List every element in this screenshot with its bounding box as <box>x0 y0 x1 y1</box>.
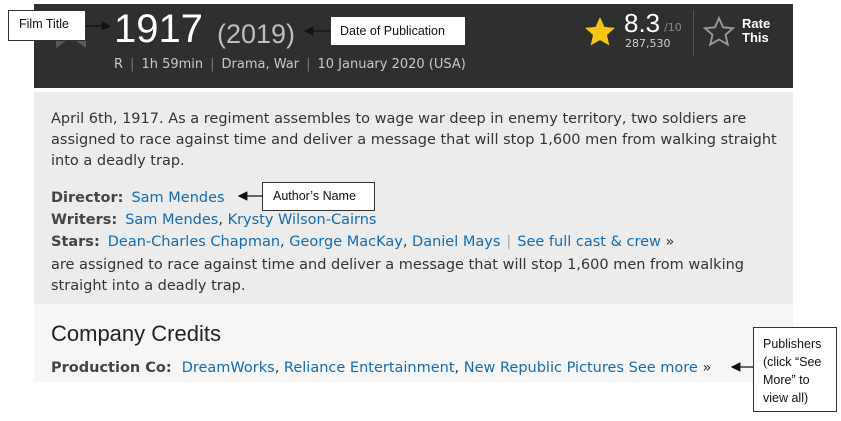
writers-label: Writers: <box>51 212 118 228</box>
stars-credit: Stars: Dean-Charles Chapman, George MacKa… <box>51 234 675 250</box>
director-label: Director: <box>51 190 124 206</box>
company-credits-heading: Company Credits <box>51 321 221 346</box>
production-companies: Production Co: DreamWorks, Reliance Enter… <box>51 360 712 376</box>
rate-label-line1: Rate <box>742 16 771 31</box>
rating-max: /10 <box>664 21 682 34</box>
see-more-link[interactable]: See more <box>629 360 698 376</box>
certificate: R <box>114 57 124 72</box>
separator: | <box>210 57 215 72</box>
director-credit: Director: Sam Mendes <box>51 188 225 208</box>
rate-this-button[interactable]: Rate This <box>742 17 782 45</box>
film-year-link[interactable]: (2019) <box>217 17 295 51</box>
separator: | <box>506 234 512 250</box>
title-subtext: R | 1h 59min | Drama, War | 10 January 2020 (U… <box>114 56 466 74</box>
writer-link[interactable]: Sam Mendes <box>125 212 218 228</box>
annotation-film-title: Film Title <box>8 10 86 41</box>
annotation-date: Date of Publication <box>330 16 466 46</box>
company-link[interactable]: Reliance Entertainment <box>284 360 455 376</box>
annotation-publishers: Publishers (click “See More” to view all… <box>753 327 837 412</box>
star-link[interactable]: Daniel Mays <box>412 234 500 250</box>
rating-value: 8.3 <box>624 8 661 38</box>
genres-link[interactable]: Drama, War <box>222 57 300 72</box>
separator: | <box>130 57 135 72</box>
production-label: Production Co: <box>51 360 172 376</box>
release-date-link[interactable]: 10 January 2020 (USA) <box>317 57 465 72</box>
star-link[interactable]: George MacKay <box>289 234 403 250</box>
rating-count-link[interactable]: 287,530 <box>625 37 671 50</box>
rate-label-line2: This <box>742 30 769 45</box>
see-full-cast-arrow: » <box>665 234 675 250</box>
star-link[interactable]: Dean-Charles Chapman <box>108 234 280 250</box>
stars-label: Stars: <box>51 234 100 250</box>
runtime: 1h 59min <box>141 57 204 72</box>
star-icon <box>585 17 615 46</box>
plot-summary-continued: are assigned to race against time and de… <box>51 257 744 294</box>
writer-link[interactable]: Krysty Wilson-Cairns <box>228 212 377 228</box>
company-link[interactable]: New Republic Pictures <box>464 360 624 376</box>
annotation-author: Author’s Name <box>262 182 375 211</box>
see-more-arrow: » <box>702 360 712 376</box>
company-credits-panel: Company Credits Production Co: DreamWorks… <box>34 304 793 382</box>
director-link[interactable]: Sam Mendes <box>131 190 224 206</box>
rate-star-icon[interactable] <box>702 15 736 49</box>
writers-credit: Writers: Sam Mendes, Krysty Wilson-Cairns <box>51 212 377 228</box>
separator: | <box>306 57 311 72</box>
plot-summary: April 6th, 1917. As a regiment assembles… <box>51 111 777 169</box>
film-title: 1917 <box>114 7 203 51</box>
plot-summary-panel: April 6th, 1917. As a regiment assembles… <box>34 92 793 304</box>
see-full-cast-link[interactable]: See full cast & crew <box>517 234 661 250</box>
divider <box>693 10 694 56</box>
company-link[interactable]: DreamWorks <box>182 360 275 376</box>
